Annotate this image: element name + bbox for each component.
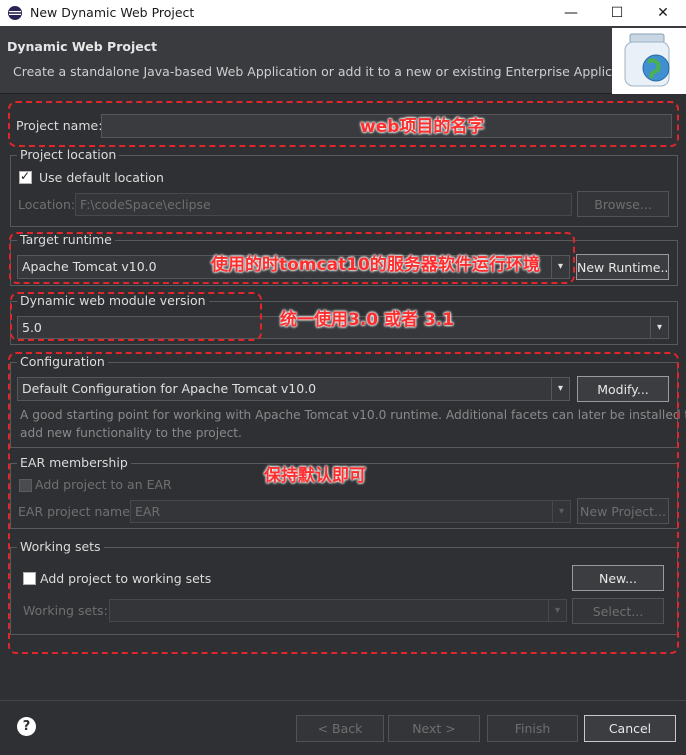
location-input[interactable]: F:\codeSpace\eclipse: [75, 193, 572, 216]
new-runtime-button[interactable]: New Runtime...: [576, 254, 669, 280]
chevron-down-icon[interactable]: ▾: [650, 317, 668, 338]
window-title: New Dynamic Web Project: [30, 5, 195, 20]
annotation-box-version: [10, 292, 262, 341]
footer-separator: [0, 700, 686, 701]
close-button[interactable]: ✕: [640, 0, 686, 26]
back-button[interactable]: < Back: [296, 715, 384, 742]
use-default-location-label: Use default location: [39, 170, 164, 185]
browse-button[interactable]: Browse...: [577, 191, 669, 217]
help-icon[interactable]: ?: [17, 717, 36, 736]
title-bar: New Dynamic Web Project — ☐ ✕: [0, 0, 686, 26]
annotation-version: 统一使用3.0 或者 3.1: [280, 310, 455, 330]
annotation-box-keep-default: [8, 352, 679, 654]
page-title: Dynamic Web Project: [7, 39, 158, 54]
maximize-button[interactable]: ☐: [594, 0, 640, 26]
finish-button[interactable]: Finish: [487, 715, 578, 742]
annotation-box-project-name: [8, 101, 679, 147]
minimize-button[interactable]: —: [548, 0, 594, 26]
checkmark-icon: ✓: [20, 169, 31, 183]
annotation-project-name: web项目的名字: [360, 117, 485, 137]
next-button[interactable]: Next >: [388, 715, 480, 742]
web-project-jar-icon: [624, 33, 670, 87]
page-description: Create a standalone Java-based Web Appli…: [13, 64, 648, 79]
use-default-location-checkbox[interactable]: ✓: [19, 169, 32, 184]
location-label: Location:: [18, 197, 76, 212]
wizard-image: [612, 28, 686, 94]
wizard-banner: Dynamic Web Project Create a standalone …: [0, 26, 686, 94]
project-location-title: Project location: [17, 147, 120, 162]
eclipse-icon: [8, 6, 22, 20]
annotation-runtime: 使用的时tomcat10的服务器软件运行环境: [211, 255, 540, 275]
cancel-button[interactable]: Cancel: [584, 715, 676, 742]
annotation-keep-default: 保持默认即可: [264, 466, 366, 486]
